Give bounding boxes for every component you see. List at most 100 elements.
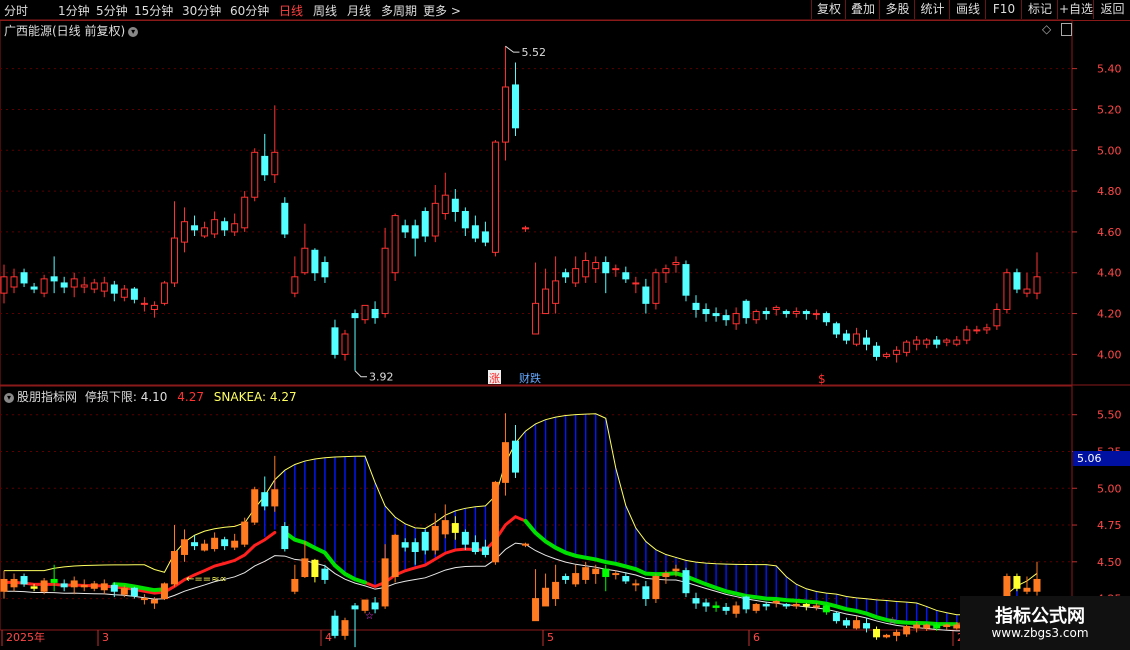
top-candle-bar <box>1013 272 1021 290</box>
bottom-candle-bar <box>953 624 961 629</box>
bottom-candle-bar <box>562 576 570 580</box>
panel-controls: ◇ <box>1042 22 1073 36</box>
top-candle-bar <box>301 247 309 274</box>
high-price-label: 5.52 <box>521 46 546 59</box>
bottom-candle-bar <box>201 543 209 551</box>
dollar-marker: $ <box>818 372 826 386</box>
low-price-label: 3.92 <box>369 371 394 384</box>
bottom-candle-bar <box>191 542 199 547</box>
bottom-candle-bar <box>511 440 519 473</box>
xaxis-label: 5 <box>547 631 554 644</box>
bottom-candle-bar <box>672 568 680 572</box>
zhang-marker: 涨 <box>489 372 500 385</box>
bottom-candle-bar <box>873 628 881 638</box>
bottom-candle-bar <box>852 620 860 629</box>
top-candle-bar <box>612 268 620 271</box>
snake-value: SNAKEA: 4.27 <box>213 390 297 404</box>
watermark-url: www.zbgs3.com <box>991 626 1089 640</box>
top-candle-bar <box>241 196 249 229</box>
top-candle-bar <box>752 311 760 321</box>
caidie-marker: 财跌 <box>519 371 541 385</box>
bottom-candle-bar <box>481 546 489 555</box>
bottom-candle-bar <box>10 578 18 588</box>
bottom-candle-bar <box>522 543 530 546</box>
bottom-candle-bar <box>80 584 88 588</box>
bottom-candle-bar <box>863 623 871 629</box>
bottom-candle-bar <box>923 624 931 629</box>
bottom-candle-bar <box>1033 578 1041 592</box>
bottom-candle-bar <box>592 568 600 575</box>
bottom-candle-bar <box>150 599 158 604</box>
top-candle-bar <box>582 259 590 278</box>
top-candle-bar <box>401 225 409 233</box>
top-candle-bar <box>662 268 670 274</box>
top-candle-bar <box>742 300 750 319</box>
top-candle-bar <box>722 315 730 321</box>
bottom-candle-bar <box>943 624 951 628</box>
bottom-candle-bar <box>70 580 78 588</box>
watermark: 指标公式网 www.zbgs3.com <box>960 596 1130 650</box>
bottom-candle-bar <box>552 581 560 600</box>
top-candle-bar <box>140 302 148 305</box>
top-candle-bar <box>381 247 389 315</box>
chevron-down-icon[interactable]: ▾ <box>128 26 139 37</box>
top-candle-bar <box>973 329 981 332</box>
bottom-candle-bar <box>291 578 299 592</box>
bottom-candle-bar <box>1013 576 1021 589</box>
top-candle-bar <box>0 276 8 294</box>
top-candle-bar <box>511 84 519 129</box>
top-y-tick-label: 4.80 <box>1097 185 1122 198</box>
top-candle-bar <box>60 282 68 288</box>
bottom-candle-bar <box>712 605 720 608</box>
window-icon[interactable] <box>1061 23 1073 36</box>
top-candle-bar <box>90 282 98 290</box>
top-candle-bar <box>772 306 780 310</box>
top-candle-bar <box>271 151 279 176</box>
current-price-label: 5.06 <box>1077 452 1102 465</box>
bottom-candle-bar <box>501 442 509 483</box>
bottom-candle-bar <box>100 583 108 591</box>
top-candle-bar <box>481 231 489 243</box>
top-candle-bar <box>211 219 219 235</box>
top-candle-bar <box>201 227 209 237</box>
bottom-candle-bar <box>682 570 690 594</box>
xaxis-label: 2025年 <box>6 630 45 644</box>
top-candle-bar <box>120 288 128 298</box>
top-y-tick-label: 5.20 <box>1097 103 1122 116</box>
bottom-candle-bar <box>441 520 449 535</box>
top-candle-bar <box>231 223 239 233</box>
top-candle-bar <box>993 308 1001 327</box>
top-candle-bar <box>943 339 951 343</box>
bottom-candle-bar <box>642 586 650 600</box>
high-marker-line <box>505 45 520 53</box>
bottom-candle-bar <box>261 492 269 507</box>
bottom-candle-bar <box>1023 587 1031 592</box>
bottom-candle-bar <box>752 603 760 611</box>
top-y-tick-label: 4.40 <box>1097 267 1122 280</box>
top-candle-bar <box>983 327 991 331</box>
bottom-candle-bar <box>542 587 550 607</box>
xaxis-label: 6 <box>753 631 760 644</box>
top-candle-bar <box>471 225 479 239</box>
top-candle-bar <box>522 227 530 230</box>
bottom-candle-bar <box>722 606 730 611</box>
top-candle-bar <box>321 262 329 278</box>
top-candle-bar <box>832 323 840 335</box>
top-y-tick-label: 5.00 <box>1097 144 1122 157</box>
top-candle-bar <box>431 202 439 237</box>
chevron-down-icon[interactable]: ▾ <box>4 392 14 403</box>
bottom-candle-bar <box>401 542 409 548</box>
top-y-tick-label: 4.00 <box>1097 348 1122 361</box>
bottom-candle-bar <box>913 624 921 629</box>
diamond-icon[interactable]: ◇ <box>1042 22 1051 36</box>
bottom-candle-bar <box>883 634 891 638</box>
top-candle-bar <box>80 284 88 288</box>
bottom-candle-bar <box>451 523 459 533</box>
top-candle-bar <box>191 225 199 231</box>
bottom-candle-bar <box>211 537 219 550</box>
top-candle-bar <box>501 86 509 143</box>
bottom-candle-bar <box>0 578 8 592</box>
top-candle-bar <box>411 225 419 239</box>
top-candle-bar <box>1003 272 1011 310</box>
top-candle-bar <box>391 215 399 274</box>
